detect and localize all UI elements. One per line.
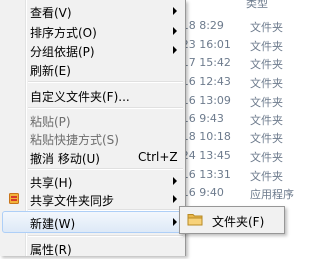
file-row[interactable]: /24 13:45 文件夹 [178, 147, 285, 165]
submenu-item-label: 文件夹(F) [212, 215, 265, 229]
folder-icon [187, 214, 203, 226]
menu-item-new[interactable]: 新建(W) [2, 211, 183, 233]
menu-item-label: 撤消 移动(U) [30, 152, 100, 166]
share-sync-icon [9, 193, 19, 204]
context-menu: 查看(V) 排序方式(O) 分组依据(P) 刷新(E) 自定义文件夹(F)...… [0, 0, 186, 257]
menu-item-refresh[interactable]: 刷新(E) [2, 58, 183, 80]
file-row[interactable]: /18 10:18 文件夹 [178, 128, 285, 146]
menu-item-shared-folder-sync[interactable]: 共享文件夹同步 [2, 188, 183, 210]
file-row[interactable]: /16 13:31 文件夹 [178, 166, 285, 184]
file-type: 文件夹 [250, 21, 283, 34]
menu-item-label: 查看(V) [30, 6, 72, 20]
file-type: 文件夹 [250, 58, 283, 71]
file-row[interactable]: /17 15:42 文件夹 [178, 54, 285, 72]
submenu-arrow-icon [173, 27, 177, 35]
menu-item-label: 新建(W) [30, 217, 76, 231]
file-type: 文件夹 [250, 170, 283, 183]
submenu-item-folder[interactable]: 文件夹(F) [182, 209, 282, 231]
file-type: 文件夹 [250, 151, 283, 164]
file-type: 应用程序 [250, 188, 294, 201]
menu-item-undo-move[interactable]: 撤消 移动(U) Ctrl+Z [2, 146, 183, 168]
menu-item-label: 共享文件夹同步 [30, 194, 115, 208]
menu-item-label: 属性(R) [30, 243, 72, 257]
file-row[interactable]: /16 13:09 文件夹 [178, 92, 285, 110]
menu-separator [28, 81, 183, 83]
type-column-header[interactable]: 类型 [246, 0, 268, 11]
menu-item-label: 刷新(E) [30, 64, 71, 78]
file-row[interactable]: /18 8:29 文件夹 [178, 17, 285, 35]
new-submenu: 文件夹(F) [179, 206, 285, 234]
menu-item-shortcut: Ctrl+Z [138, 150, 178, 164]
file-type: 文件夹 [250, 114, 283, 127]
submenu-arrow-icon [173, 7, 177, 15]
menu-item-label: 自定义文件夹(F)... [30, 90, 130, 104]
submenu-arrow-icon [173, 177, 177, 185]
menu-item-customize-folder[interactable]: 自定义文件夹(F)... [2, 84, 183, 106]
file-row[interactable]: /16 12:43 文件夹 [178, 73, 285, 91]
submenu-arrow-icon [173, 218, 177, 226]
file-type: 文件夹 [250, 132, 283, 145]
file-row[interactable]: /16 9:43 文件夹 [178, 110, 285, 128]
file-row[interactable]: /16 9:40 应用程序 [178, 184, 294, 202]
file-type: 文件夹 [250, 96, 283, 109]
file-type: 文件夹 [250, 40, 283, 53]
file-row[interactable]: /23 16:01 文件夹 [178, 36, 285, 54]
submenu-arrow-icon [173, 195, 177, 203]
menu-item-view[interactable]: 查看(V) [2, 0, 183, 22]
file-type: 文件夹 [250, 77, 283, 90]
submenu-arrow-icon [173, 46, 177, 54]
